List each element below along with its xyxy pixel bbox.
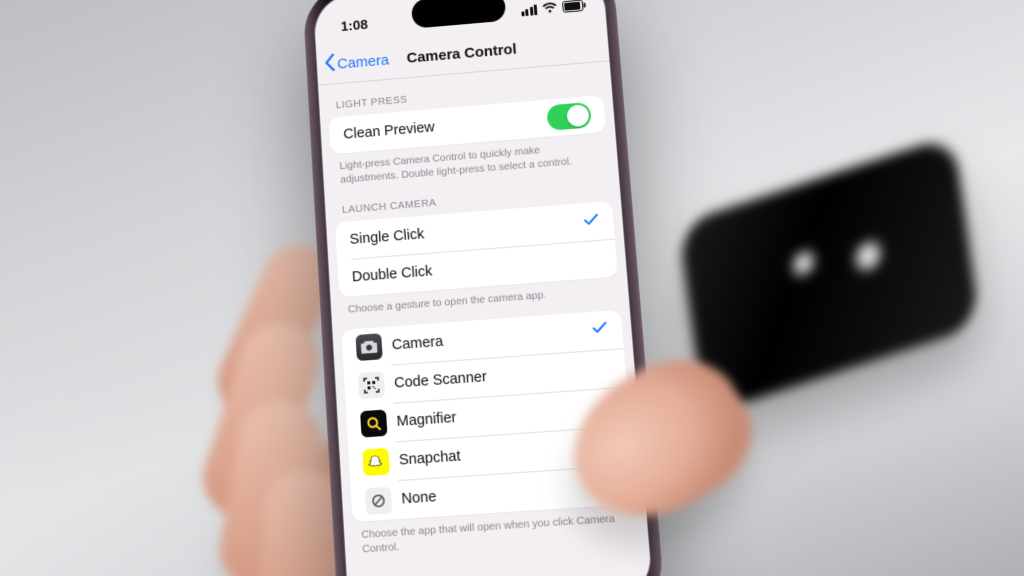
battery-icon bbox=[562, 0, 587, 13]
status-time: 1:08 bbox=[340, 16, 368, 34]
wifi-icon bbox=[541, 2, 558, 15]
phone-body: 1:08 bbox=[302, 0, 666, 576]
snapchat-icon bbox=[362, 447, 390, 475]
camera-icon bbox=[355, 333, 382, 361]
magnifier-icon bbox=[360, 409, 387, 437]
background-phone bbox=[678, 135, 981, 416]
row-label: Magnifier bbox=[396, 409, 457, 429]
checkmark-icon bbox=[583, 211, 601, 233]
back-label: Camera bbox=[337, 51, 390, 72]
row-label: Code Scanner bbox=[394, 369, 488, 392]
row-label: Snapchat bbox=[399, 448, 462, 468]
scene-photo: 1:08 bbox=[0, 0, 1024, 576]
status-right bbox=[520, 0, 586, 16]
hand-finger bbox=[193, 313, 329, 527]
toggle-clean-preview[interactable] bbox=[546, 102, 592, 131]
row-label: Double Click bbox=[352, 264, 433, 286]
back-button[interactable]: Camera bbox=[323, 49, 389, 76]
phone: 1:08 bbox=[318, 0, 638, 576]
hand-finger bbox=[214, 394, 328, 576]
row-app-snapchat[interactable]: Snapchat bbox=[348, 425, 633, 483]
group-launch-app: Camera Code Scanner bbox=[341, 309, 636, 521]
cellular-icon bbox=[520, 4, 537, 16]
row-label: Clean Preview bbox=[343, 120, 435, 143]
row-label: Camera bbox=[391, 333, 443, 353]
chevron-left-icon bbox=[323, 54, 336, 76]
row-app-magnifier[interactable]: Magnifier bbox=[346, 386, 630, 444]
row-label: None bbox=[401, 488, 437, 507]
none-icon bbox=[365, 486, 393, 514]
row-label: Single Click bbox=[349, 227, 424, 248]
settings-content[interactable]: LIGHT PRESS Clean Preview Light-press Ca… bbox=[317, 61, 654, 576]
qr-icon bbox=[358, 371, 385, 399]
page-title: Camera Control bbox=[406, 41, 517, 67]
checkmark-icon bbox=[591, 319, 609, 341]
row-app-code-scanner[interactable]: Code Scanner bbox=[344, 348, 627, 406]
phone-screen: 1:08 bbox=[312, 0, 654, 576]
